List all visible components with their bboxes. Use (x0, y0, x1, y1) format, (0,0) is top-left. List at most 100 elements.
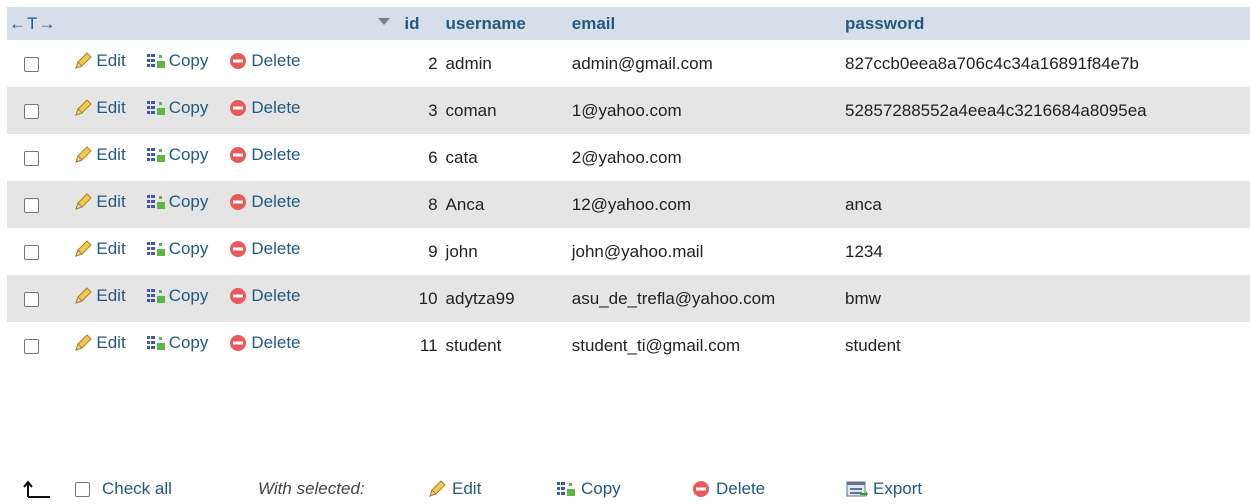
edit-label: Edit (96, 239, 126, 258)
cell-password[interactable] (845, 134, 1250, 181)
copy-button[interactable]: Copy (146, 333, 208, 353)
column-toggle-arrows[interactable]: ←T→ (7, 14, 56, 33)
row-checkbox-cell (7, 40, 56, 87)
cell-username[interactable]: cata (446, 134, 572, 181)
cell-username[interactable]: student (446, 322, 572, 369)
row-checkbox[interactable] (24, 244, 40, 260)
copy-button[interactable]: Copy (146, 98, 208, 118)
delete-label: Delete (251, 286, 301, 305)
copy-icon (146, 192, 166, 212)
copy-icon (146, 286, 166, 306)
copy-icon (146, 333, 166, 353)
cell-password[interactable]: 1234 (845, 228, 1250, 275)
checkbox[interactable] (75, 481, 90, 497)
row-checkbox-cell (7, 275, 56, 322)
edit-button[interactable]: Edit (73, 98, 126, 118)
cell-email[interactable]: john@yahoo.mail (572, 228, 845, 275)
copy-icon (146, 98, 166, 118)
delete-button[interactable]: Delete (228, 145, 301, 165)
row-checkbox-cell (7, 181, 56, 228)
copy-button[interactable]: Copy (146, 239, 209, 259)
edit-button[interactable]: Edit (73, 51, 126, 71)
delete-label: Delete (251, 98, 301, 117)
edit-button[interactable]: Edit (73, 333, 126, 353)
cell-password[interactable]: bmw (845, 275, 1250, 322)
copy-label: Copy (168, 239, 209, 258)
cell-password[interactable]: 827ccb0eea8a706c4c34a16891f84e7b (845, 40, 1250, 87)
column-header-username[interactable]: username (446, 7, 572, 40)
edit-button[interactable]: Edit (73, 192, 126, 212)
delete-button[interactable]: Delete (228, 51, 301, 71)
row-checkbox[interactable] (24, 338, 40, 354)
pencil-icon (73, 98, 93, 118)
edit-label: Edit (96, 192, 126, 211)
cell-username[interactable]: john (446, 228, 572, 275)
copy-icon (146, 239, 166, 259)
with-selected-label: With selected: (258, 479, 365, 498)
check-all-checkbox[interactable] (75, 481, 90, 497)
cell-email[interactable]: admin@gmail.com (572, 40, 845, 87)
bulk-export-label: Export (873, 479, 923, 498)
cell-id: 3 (428, 100, 438, 120)
cell-username[interactable]: admin (446, 40, 572, 87)
bulk-export-button[interactable]: Export (846, 479, 922, 499)
cell-username[interactable]: adytza99 (446, 275, 572, 322)
copy-icon (556, 479, 576, 499)
pencil-icon (73, 239, 93, 259)
row-checkbox[interactable] (24, 197, 40, 213)
cell-id: 10 (418, 288, 438, 308)
cell-email[interactable]: asu_de_trefla@yahoo.com (572, 275, 845, 322)
row-checkbox[interactable] (24, 150, 40, 166)
copy-label: Copy (168, 286, 209, 305)
bulk-delete-button[interactable]: Delete (691, 479, 765, 499)
cell-password[interactable]: 52857288552a4eea4c3216684a8095ea (845, 87, 1250, 134)
edit-button[interactable]: Edit (73, 145, 126, 165)
delete-button[interactable]: Delete (228, 192, 301, 212)
bulk-copy-button[interactable]: Copy (556, 479, 621, 499)
table-row[interactable]: Edit Copy Delete 3 coman 1@yahoo.com 528572885… (7, 87, 1250, 134)
edit-button[interactable]: Edit (73, 286, 126, 306)
browse-page: ←T→ id username email password Edit Copy D… (0, 0, 1250, 504)
copy-label: Copy (168, 145, 209, 164)
cell-email[interactable]: 1@yahoo.com (572, 87, 845, 134)
copy-icon (146, 51, 166, 71)
copy-button[interactable]: Copy (146, 286, 209, 306)
row-checkbox[interactable] (24, 56, 40, 72)
column-header-password[interactable]: password (845, 7, 1250, 40)
cell-username[interactable]: Anca (446, 181, 572, 228)
export-icon (846, 479, 868, 499)
row-checkbox[interactable] (24, 291, 40, 307)
check-all-label[interactable]: Check all (102, 479, 172, 499)
row-checkbox[interactable] (24, 103, 40, 119)
pencil-icon (73, 192, 93, 212)
cell-email[interactable]: 2@yahoo.com (572, 134, 845, 181)
cell-password[interactable]: student (845, 322, 1250, 369)
edit-label: Edit (96, 145, 126, 164)
table-row[interactable]: Edit Copy Delete 11 student student_ti@gmail.… (7, 322, 1250, 369)
table-row[interactable]: Edit Copy Delete 6 cata 2@yahoo.com (7, 134, 1250, 181)
delete-icon (228, 239, 248, 259)
delete-button[interactable]: Delete (228, 239, 301, 259)
delete-button[interactable]: Delete (228, 286, 301, 306)
cell-username[interactable]: coman (446, 87, 572, 134)
table-row[interactable]: Edit Copy Delete 2 admin admin@gmail.com 827cc… (7, 40, 1250, 87)
cell-email[interactable]: 12@yahoo.com (572, 181, 845, 228)
row-actions-cell: Edit Copy Delete (56, 275, 398, 322)
table-row[interactable]: Edit Copy Delete 8 Anca 12@yahoo.com anca (7, 181, 1250, 228)
copy-button[interactable]: Copy (146, 51, 208, 71)
cell-email[interactable]: student_ti@gmail.com (572, 322, 845, 369)
delete-button[interactable]: Delete (228, 98, 301, 118)
bulk-edit-button[interactable]: Edit (427, 479, 481, 499)
delete-button[interactable]: Delete (228, 333, 301, 353)
cell-password[interactable]: anca (845, 181, 1250, 228)
table-row[interactable]: Edit Copy Delete 10 adytza99 asu_de_trefla@ya… (7, 275, 1250, 322)
column-header-id[interactable]: id (398, 7, 445, 40)
copy-label: Copy (168, 192, 209, 211)
delete-icon (228, 192, 248, 212)
table-row[interactable]: Edit Copy Delete 9 john john@yahoo.mail 1234 (7, 228, 1250, 275)
copy-button[interactable]: Copy (146, 145, 209, 165)
copy-button[interactable]: Copy (146, 192, 209, 212)
options-dropdown-icon[interactable] (378, 18, 391, 25)
column-header-email[interactable]: email (572, 7, 845, 40)
edit-button[interactable]: Edit (73, 239, 126, 259)
